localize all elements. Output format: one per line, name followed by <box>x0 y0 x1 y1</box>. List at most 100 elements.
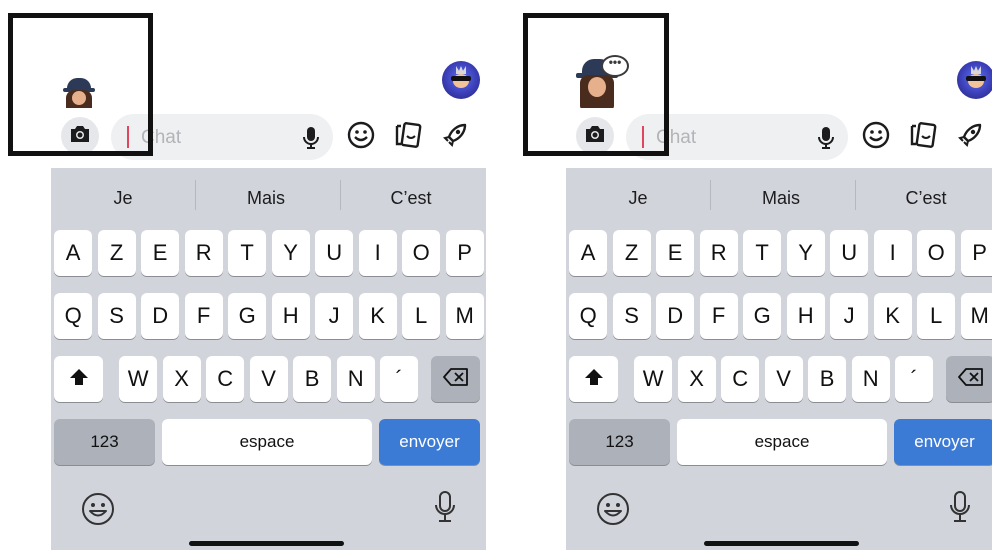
friend-avatar[interactable] <box>957 61 992 99</box>
key-c[interactable]: C <box>721 356 760 402</box>
microphone-icon <box>303 126 319 155</box>
suggestion-1[interactable]: Je <box>75 188 171 209</box>
space-bar[interactable]: espace <box>162 419 372 465</box>
numbers-key[interactable]: 123 <box>54 419 155 465</box>
key-n[interactable]: N <box>851 356 890 402</box>
key-t[interactable]: T <box>228 230 267 276</box>
send-key[interactable]: envoyer <box>379 419 480 465</box>
sticker-button[interactable] <box>393 121 423 154</box>
key-e[interactable]: E <box>656 230 695 276</box>
sticker-icon <box>909 121 937 154</box>
key-x[interactable]: X <box>162 356 201 402</box>
key-k[interactable]: K <box>358 293 397 339</box>
key-z[interactable]: Z <box>97 230 136 276</box>
sticker-icon <box>394 121 422 154</box>
suggestion-divider <box>710 180 711 210</box>
emoji-icon <box>81 493 115 530</box>
shift-key[interactable] <box>54 356 103 402</box>
avatar-sunglasses <box>451 76 471 81</box>
space-bar[interactable]: espace <box>677 419 887 465</box>
suggestion-3[interactable]: C’est <box>866 188 986 209</box>
send-key[interactable]: envoyer <box>894 419 992 465</box>
games-button[interactable] <box>440 122 470 152</box>
shift-icon <box>69 366 89 392</box>
key-q[interactable]: Q <box>54 293 93 339</box>
chat-placeholder: Chat <box>141 127 182 148</box>
suggestion-1[interactable]: Je <box>590 188 686 209</box>
key-a[interactable]: A <box>569 230 608 276</box>
key-y[interactable]: Y <box>271 230 310 276</box>
key-y[interactable]: Y <box>786 230 825 276</box>
key-w[interactable]: W <box>634 356 673 402</box>
key-b[interactable]: B <box>808 356 847 402</box>
dictation-button[interactable] <box>949 490 971 529</box>
key-j[interactable]: J <box>830 293 869 339</box>
key-q[interactable]: Q <box>569 293 608 339</box>
key-accent[interactable]: ´ <box>895 356 934 402</box>
key-t[interactable]: T <box>743 230 782 276</box>
smiley-button[interactable] <box>861 121 891 152</box>
suggestion-bar: Je Mais C’est <box>51 168 486 228</box>
key-k[interactable]: K <box>873 293 912 339</box>
key-z[interactable]: Z <box>612 230 651 276</box>
key-f[interactable]: F <box>699 293 738 339</box>
key-a[interactable]: A <box>54 230 93 276</box>
key-u[interactable]: U <box>315 230 354 276</box>
key-i[interactable]: I <box>873 230 912 276</box>
key-s[interactable]: S <box>612 293 651 339</box>
key-b[interactable]: B <box>293 356 332 402</box>
key-d[interactable]: D <box>141 293 180 339</box>
emoji-keyboard-button[interactable] <box>81 492 115 531</box>
emoji-keyboard-button[interactable] <box>596 492 630 531</box>
chat-input[interactable]: Chat <box>626 114 848 160</box>
key-u[interactable]: U <box>830 230 869 276</box>
key-accent[interactable]: ´ <box>380 356 419 402</box>
numbers-key[interactable]: 123 <box>569 419 670 465</box>
key-d[interactable]: D <box>656 293 695 339</box>
key-o[interactable]: O <box>402 230 441 276</box>
key-l[interactable]: L <box>402 293 441 339</box>
camera-button[interactable] <box>61 117 99 155</box>
key-p[interactable]: P <box>960 230 992 276</box>
key-m[interactable]: M <box>960 293 992 339</box>
sticker-button[interactable] <box>908 121 938 154</box>
key-j[interactable]: J <box>315 293 354 339</box>
games-button[interactable] <box>955 122 985 152</box>
key-p[interactable]: P <box>445 230 484 276</box>
rocket-icon <box>956 121 984 154</box>
key-g[interactable]: G <box>228 293 267 339</box>
suggestion-2[interactable]: Mais <box>716 188 846 209</box>
key-f[interactable]: F <box>184 293 223 339</box>
suggestion-3[interactable]: C’est <box>351 188 471 209</box>
dictation-icon <box>949 491 971 528</box>
key-x[interactable]: X <box>677 356 716 402</box>
key-r[interactable]: R <box>699 230 738 276</box>
backspace-icon <box>442 366 469 392</box>
camera-button[interactable] <box>576 117 614 155</box>
key-i[interactable]: I <box>358 230 397 276</box>
key-m[interactable]: M <box>445 293 484 339</box>
key-g[interactable]: G <box>743 293 782 339</box>
suggestion-2[interactable]: Mais <box>201 188 331 209</box>
key-o[interactable]: O <box>917 230 956 276</box>
chat-input[interactable]: Chat <box>111 114 333 160</box>
key-s[interactable]: S <box>97 293 136 339</box>
backspace-key[interactable] <box>946 356 992 402</box>
smiley-button[interactable] <box>346 121 376 152</box>
key-h[interactable]: H <box>271 293 310 339</box>
backspace-key[interactable] <box>431 356 480 402</box>
key-n[interactable]: N <box>336 356 375 402</box>
key-w[interactable]: W <box>119 356 158 402</box>
key-l[interactable]: L <box>917 293 956 339</box>
key-v[interactable]: V <box>249 356 288 402</box>
key-c[interactable]: C <box>206 356 245 402</box>
friend-avatar[interactable] <box>442 61 480 99</box>
dictation-button[interactable] <box>434 490 456 529</box>
emoji-icon <box>596 493 630 530</box>
key-v[interactable]: V <box>764 356 803 402</box>
shift-key[interactable] <box>569 356 618 402</box>
key-h[interactable]: H <box>786 293 825 339</box>
key-e[interactable]: E <box>141 230 180 276</box>
rocket-icon <box>441 121 469 154</box>
key-r[interactable]: R <box>184 230 223 276</box>
